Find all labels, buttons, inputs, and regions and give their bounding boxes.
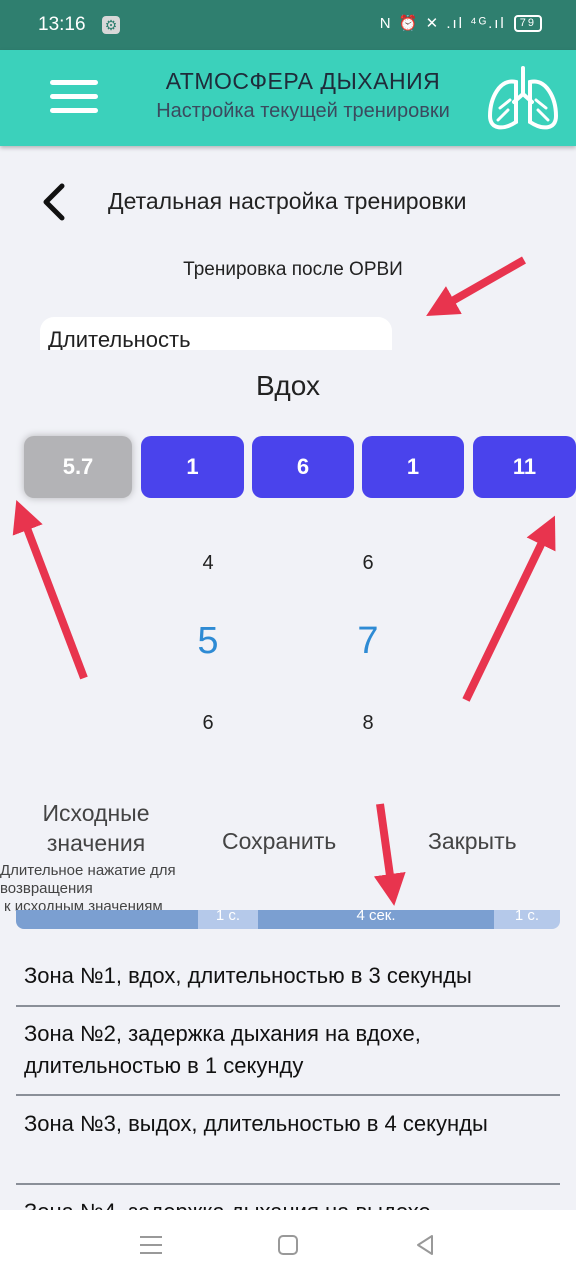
arrow-to-timeline [373,803,406,906]
arrow-to-training-name [426,256,526,316]
back-icon[interactable] [414,1234,436,1256]
annotation-arrows [12,256,556,906]
arrow-to-first-segment [12,500,88,680]
recent-apps-icon[interactable] [140,1236,162,1260]
system-nav-bar [0,1210,576,1280]
arrow-to-last-segment [462,515,556,702]
home-icon[interactable] [278,1235,298,1255]
